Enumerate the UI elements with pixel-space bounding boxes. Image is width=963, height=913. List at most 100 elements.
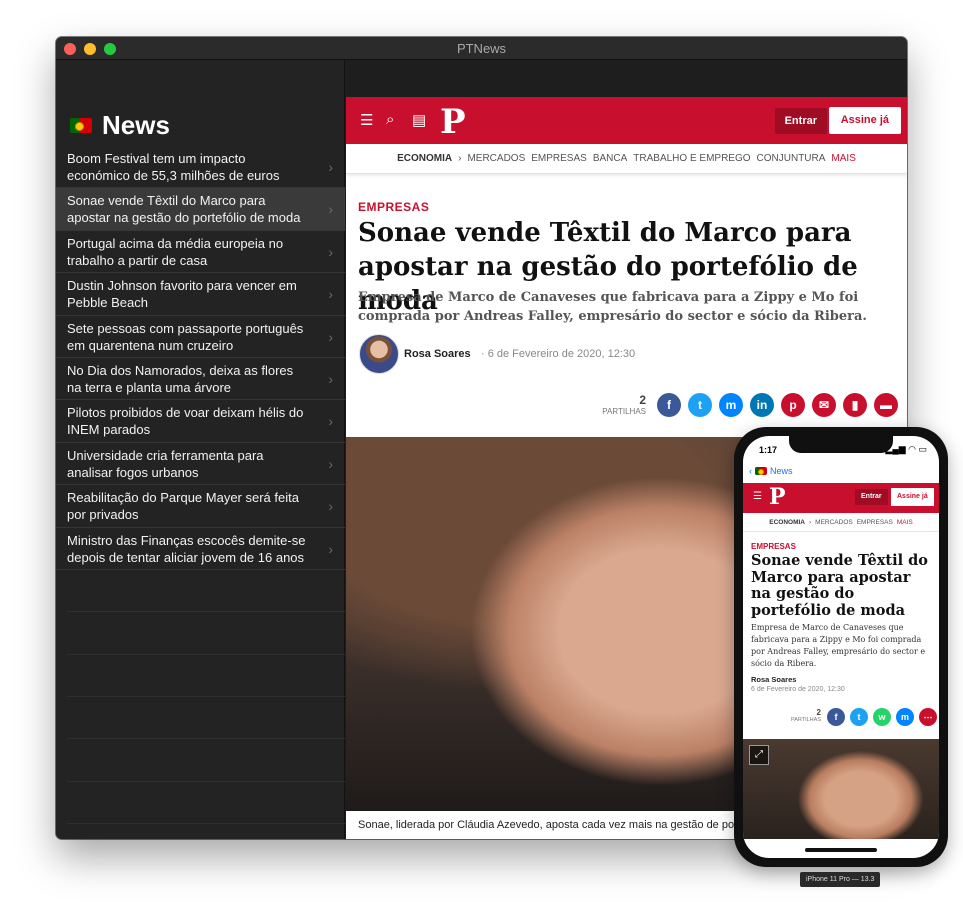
news-item-title: Universidade cria ferramenta para analis… [67,447,264,480]
comment-icon[interactable]: ▬ [874,393,898,417]
home-indicator[interactable] [805,848,877,852]
nav-mais[interactable]: MAIS [897,519,913,526]
portugal-flag-icon [70,117,92,133]
more-icon[interactable]: ⋯ [919,708,937,726]
sidebar-header: News [70,110,170,140]
chevron-right-icon: › [328,455,333,472]
news-item-title: Boom Festival tem um impacto económico d… [67,151,280,183]
share-label: PARTILHAS [602,407,646,416]
chevron-right-icon: › [328,243,333,260]
nav-empresas[interactable]: EMPRESAS [531,153,587,164]
pinterest-icon[interactable]: p [781,393,805,417]
title-bar: PTNews [56,37,907,60]
share-label: PARTILHAS [790,717,821,723]
nav-trabalho-emprego[interactable]: TRABALHO E EMPREGO [633,153,750,164]
news-list-item-selected[interactable]: Sonae vende Têxtil do Marco para apostar… [56,188,345,231]
menu-icon[interactable]: ☰ [360,111,373,129]
nav-mercados[interactable]: MERCADOS [815,519,853,526]
nav-separator: › [808,519,812,526]
site-logo[interactable]: P [440,102,466,142]
newspaper-icon[interactable]: ▤ [412,111,426,129]
twitter-icon[interactable]: t [688,393,712,417]
empty-list-row [67,782,345,825]
article-kicker[interactable]: EMPRESAS [751,542,933,551]
back-label: News [770,466,793,476]
news-list: Boom Festival tem um impacto económico d… [56,146,345,839]
nav-empresas[interactable]: EMPRESAS [857,519,893,526]
webview-top-strip [346,60,907,97]
nav-economia[interactable]: ECONOMIA [397,153,452,164]
publish-date: · 6 de Fevereiro de 2020, 12:30 [481,348,636,360]
facebook-icon[interactable]: f [657,393,681,417]
chevron-right-icon: › [328,370,333,387]
nav-banca[interactable]: BANCA [593,153,627,164]
news-item-title: Reabilitação do Parque Mayer será feita … [67,490,299,523]
chevron-right-icon: › [328,540,333,557]
news-item-title: Pilotos proibidos de voar deixam hélis d… [67,405,304,438]
news-list-item[interactable]: Portugal acima da média europeia no trab… [56,231,345,274]
article-headline: Sonae vende Têxtil do Marco para apostar… [751,552,928,619]
news-list-item[interactable]: Universidade cria ferramenta para analis… [56,443,345,486]
search-icon[interactable]: ⌕ [386,111,394,128]
article-kicker[interactable]: EMPRESAS [358,200,897,214]
whatsapp-icon[interactable]: w [873,708,891,726]
login-button[interactable]: Entrar [774,108,827,134]
status-icons: ▂▄▆ ◠ ▭ [885,444,927,454]
chevron-right-icon: › [328,159,333,175]
section-nav: ECONOMIA › MERCADOS EMPRESAS BANCA TRABALHO E… [346,144,907,174]
device-label: iPhone 11 Pro — 13.3 [800,872,881,887]
news-list-item[interactable]: No Dia dos Namorados, deixa as flores na… [56,358,345,401]
nav-conjuntura[interactable]: CONJUNTURA [757,153,826,164]
nav-mercados[interactable]: MERCADOS [467,153,525,164]
news-list-item[interactable]: Dustin Johnson favorito para vencer em P… [56,273,345,316]
empty-list-row [67,739,345,782]
news-item-title: No Dia dos Namorados, deixa as flores na… [67,362,294,395]
sidebar: News Boom Festival tem um impacto económ… [56,60,345,839]
email-icon[interactable]: ✉ [812,393,836,417]
news-item-title: Sete pessoas com passaporte português em… [67,320,304,353]
messenger-icon[interactable]: m [896,708,914,726]
messenger-icon[interactable]: m [719,393,743,417]
nav-economia[interactable]: ECONOMIA [769,519,805,526]
menu-icon[interactable]: ☰ [753,491,762,502]
article-photo[interactable] [743,739,939,839]
author-name[interactable]: Rosa Soares [751,675,933,684]
bookmark-icon[interactable]: ▮ [843,393,867,417]
iphone-simulator: 1:17 ▂▄▆ ◠ ▭ ‹ News ☰ P Entrar Assine já… [734,427,948,867]
phone-site-header: ☰ P Entrar Assine já [743,483,939,513]
chevron-right-icon: › [328,286,333,303]
chevron-right-icon: › [328,201,333,218]
twitter-icon[interactable]: t [850,708,868,726]
subscribe-button[interactable]: Assine já [891,488,934,506]
facebook-icon[interactable]: f [827,708,845,726]
empty-list-row [67,697,345,740]
news-item-title: Portugal acima da média europeia no trab… [67,235,284,268]
expand-icon[interactable]: ⤢ [749,745,769,765]
empty-list-row [67,570,345,613]
empty-list-row [67,655,345,698]
phone-screen[interactable]: 1:17 ▂▄▆ ◠ ▭ ‹ News ☰ P Entrar Assine já… [743,436,939,858]
share-count: 2 [816,708,821,717]
share-count: 2 [639,393,646,407]
author-name[interactable]: Rosa Soares [404,348,471,360]
news-item-title: Dustin Johnson favorito para vencer em P… [67,278,297,311]
status-time: 1:17 [759,445,778,455]
phone-section-nav: ECONOMIA › MERCADOS EMPRESAS MAIS [743,514,939,532]
news-list-item[interactable]: Boom Festival tem um impacto económico d… [56,146,345,189]
back-button[interactable]: ‹ News [749,466,793,476]
linkedin-icon[interactable]: in [750,393,774,417]
author-avatar[interactable] [359,334,399,374]
article-standfirst: Empresa de Marco de Canaveses que fabric… [751,623,926,668]
chevron-right-icon: › [328,328,333,345]
portugal-flag-icon [755,467,767,475]
site-logo[interactable]: P [769,484,786,510]
news-list-item[interactable]: Ministro das Finanças escocês demite-se … [56,528,345,570]
nav-mais[interactable]: MAIS [831,153,855,164]
subscribe-button[interactable]: Assine já [828,107,901,134]
news-list-item[interactable]: Pilotos proibidos de voar deixam hélis d… [56,400,345,443]
news-list-item[interactable]: Sete pessoas com passaporte português em… [56,316,345,358]
publish-date: 6 de Fevereiro de 2020, 12:30 [751,686,845,693]
news-item-title: Ministro das Finanças escocês demite-se … [67,532,306,565]
news-list-item[interactable]: Reabilitação do Parque Mayer será feita … [56,485,345,528]
login-button[interactable]: Entrar [855,489,888,505]
